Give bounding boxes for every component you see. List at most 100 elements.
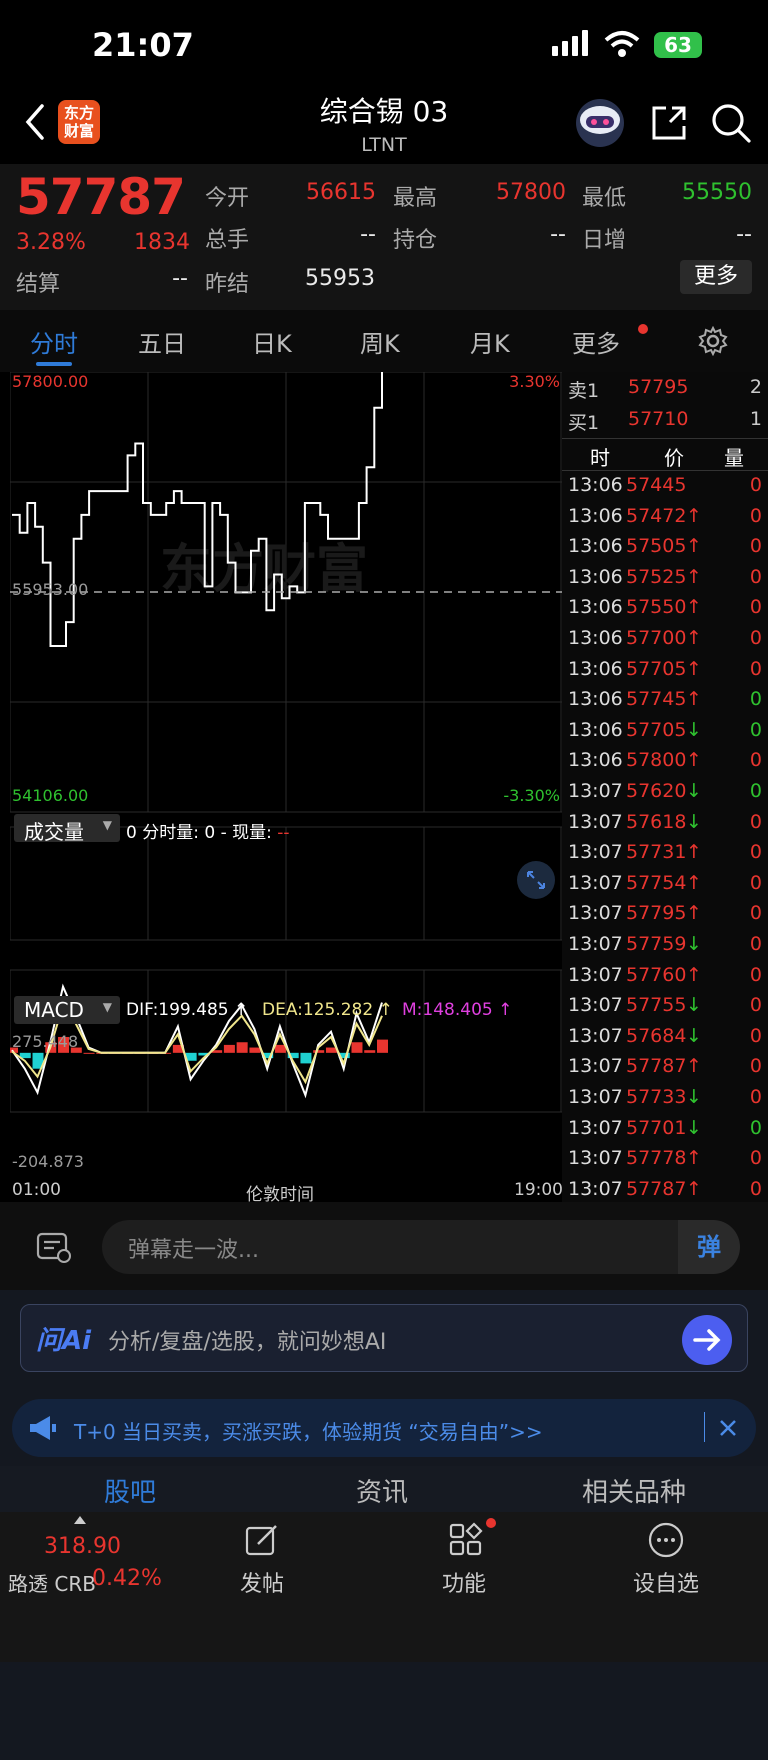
nav-watchlist-label[interactable]: 设自选 [620,1566,712,1598]
trade-qty: 0 [749,1177,762,1200]
megaphone-icon [30,1416,56,1440]
tab-forum[interactable]: 股吧 [104,1472,156,1509]
trade-row: 13:07 57618 ↓ 0 [566,811,766,842]
trade-price: 57760 [626,963,687,986]
daily-increase-value: -- [736,222,752,247]
macd-bar [249,1047,261,1053]
trade-time: 13:07 [568,810,623,833]
trade-price: 57700 [626,627,687,649]
macd-top-label: 275.448 [12,1032,79,1051]
macd-bar [313,1050,325,1053]
trade-price: 57505 [626,535,687,558]
change-percent: 3.28% [16,230,86,255]
share-icon[interactable] [650,104,688,142]
trade-qty: 0 [749,749,762,772]
ai-send-button[interactable] [682,1315,732,1365]
search-icon[interactable] [710,102,752,144]
trade-qty: 0 [749,933,762,955]
macd-indicator-label: MACD [24,998,84,1022]
settings-gear-icon[interactable] [698,326,728,356]
trade-row: 13:07 57684 ↓ 0 [566,1025,766,1056]
edit-post-icon[interactable] [244,1522,280,1558]
comment-list-icon[interactable] [36,1230,72,1264]
danmu-input[interactable]: 弹幕走一波... [102,1220,678,1274]
trade-row: 13:07 57701 ↓ 0 [566,1117,766,1148]
trade-qty: 0 [749,1147,762,1170]
trade-qty: 0 [749,810,762,833]
trade-qty: 0 [749,657,762,680]
macd-bar [83,1052,95,1054]
trade-row: 13:06 57472 ↑ 0 [566,505,766,536]
trade-price: 57754 [626,871,687,894]
tab-daily-k[interactable]: 日K [252,324,292,359]
battery-indicator: 63 [654,32,702,58]
prev-settle-label: 昨结 [205,272,250,297]
trade-direction: ↑ [686,657,702,680]
trade-row: 13:07 57731 ↑ 0 [566,841,766,872]
nav-post-label[interactable]: 发帖 [222,1566,302,1598]
ticker-value[interactable]: 318.90 [44,1534,121,1559]
trade-time: 13:07 [568,1177,623,1200]
tab-related[interactable]: 相关品种 [582,1472,686,1509]
trades-header-qty: 量 [724,446,744,470]
nav-features-label[interactable]: 功能 [424,1566,504,1598]
macd-m-value: M:148.405 ↑ [402,1000,513,1020]
trade-row: 13:06 57745 ↑ 0 [566,688,766,719]
trade-time: 13:07 [568,780,623,802]
tab-weekly-k[interactable]: 周K [360,324,400,359]
trade-price: 57778 [626,1147,687,1170]
trade-time: 13:06 [568,749,623,772]
orderbook-row: 买1 57710 1 [566,408,766,439]
high-value: 57800 [496,180,566,205]
trade-row: 13:06 57505 ↑ 0 [566,535,766,566]
trade-direction: ↓ [686,994,702,1017]
trade-price: 57787 [626,1055,687,1078]
tab-intraday[interactable]: 分时 [30,324,78,359]
trade-qty: 0 [749,963,762,986]
ai-logo: 问Ai [36,1326,92,1356]
prev-settle-value: 55953 [305,266,375,291]
features-grid-icon[interactable] [448,1522,484,1558]
trade-qty: 0 [749,688,762,711]
trade-price: 57525 [626,565,687,588]
caret-up-icon [74,1516,86,1524]
pct-axis-bottom-label: -3.30% [503,786,560,805]
trade-direction: ↓ [686,933,702,955]
low-value: 55550 [682,180,752,205]
tab-five-day[interactable]: 五日 [138,324,186,359]
danmu-toggle-button[interactable]: 弹 [678,1220,740,1274]
macd-bar [236,1042,248,1053]
trade-qty: 0 [749,841,762,864]
trade-qty: 0 [749,871,762,894]
volume-indicator-select[interactable]: 成交量 ▼ [14,814,120,844]
tab-monthly-k[interactable]: 月K [470,324,510,359]
trade-price: 57795 [626,902,687,925]
current-volume: -- [277,823,290,843]
trade-time: 13:07 [568,963,623,986]
trade-price: 57618 [626,810,687,833]
trade-time: 13:07 [568,871,623,894]
ticker-name[interactable]: 路透 CRB [8,1568,96,1597]
macd-bar [377,1039,388,1053]
orderbook-qty: 2 [749,376,762,398]
divider [562,438,768,439]
divider [704,1412,705,1442]
macd-indicator-select[interactable]: MACD ▼ [14,996,120,1024]
expand-chart-icon[interactable] [516,860,556,900]
volume-label: 总手 [205,228,250,253]
trade-direction: ↓ [686,810,702,833]
close-icon[interactable] [718,1418,738,1438]
more-circle-icon[interactable] [648,1522,684,1558]
price-line [12,372,383,647]
tab-news[interactable]: 资讯 [356,1472,408,1509]
ticker-percent[interactable]: 0.42% [92,1566,162,1591]
trade-time: 13:07 [568,1116,623,1139]
trade-price: 57800 [626,749,687,772]
trade-time: 13:07 [568,1055,623,1078]
volume-value: -- [360,222,376,247]
more-quote-button[interactable]: 更多 [680,260,752,294]
tab-more[interactable]: 更多 [572,324,620,359]
signal-icon [552,30,588,56]
robot-assistant-icon[interactable] [574,98,626,148]
y-axis-bottom-label: 54106.00 [12,786,89,805]
